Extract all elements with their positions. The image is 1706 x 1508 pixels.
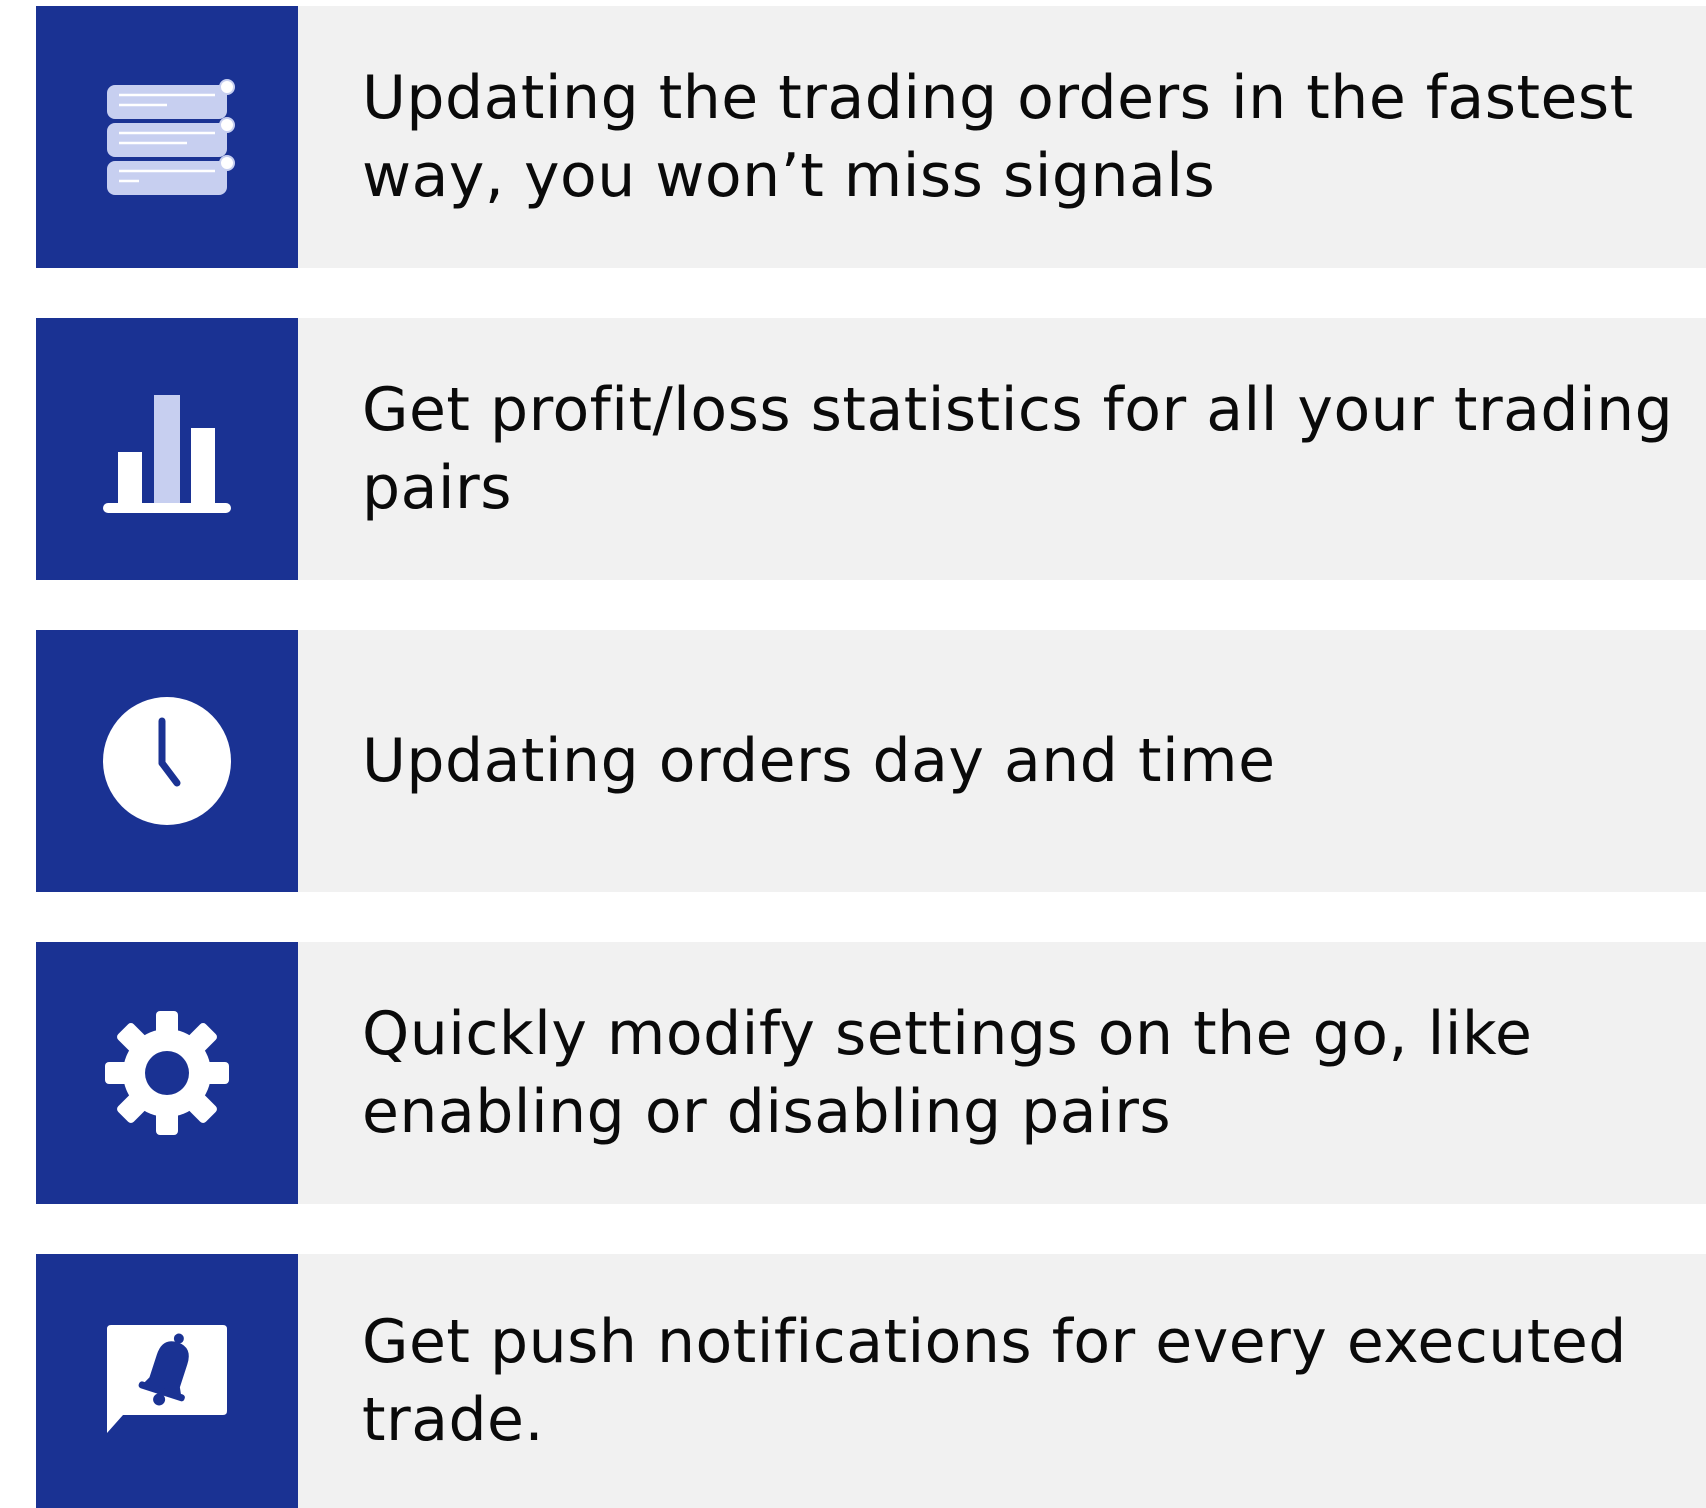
bell-notification-icon	[107, 1325, 227, 1433]
feature-item-notifications: Get push notifications for every execute…	[36, 1254, 1706, 1508]
feature-text-box: Updating orders day and time	[298, 630, 1706, 892]
feature-icon-box	[36, 1254, 298, 1508]
gear-icon	[105, 1011, 229, 1135]
feature-text-box: Get push notifications for every execute…	[298, 1254, 1706, 1508]
feature-item-day-time: Updating orders day and time	[36, 630, 1706, 892]
feature-text-box: Get profit/loss statistics for all your …	[298, 318, 1706, 580]
feature-icon-box	[36, 6, 298, 268]
feature-icon-box	[36, 630, 298, 892]
order-list-icon	[107, 79, 235, 195]
feature-text: Updating the trading orders in the faste…	[362, 63, 1634, 211]
feature-text-box: Updating the trading orders in the faste…	[298, 6, 1706, 268]
feature-item-settings: Quickly modify settings on the go, like …	[36, 942, 1706, 1204]
feature-text: Get profit/loss statistics for all your …	[362, 375, 1674, 523]
bar-chart-icon	[103, 395, 231, 513]
feature-item-statistics: Get profit/loss statistics for all your …	[36, 318, 1706, 580]
feature-icon-box	[36, 318, 298, 580]
feature-icon-box	[36, 942, 298, 1204]
clock-icon	[103, 697, 231, 825]
feature-text: Quickly modify settings on the go, like …	[362, 999, 1533, 1147]
feature-text-box: Quickly modify settings on the go, like …	[298, 942, 1706, 1204]
feature-list: Updating the trading orders in the faste…	[36, 6, 1706, 1508]
feature-text: Updating orders day and time	[362, 726, 1276, 796]
feature-text: Get push notifications for every execute…	[362, 1307, 1627, 1455]
feature-item-order-updates: Updating the trading orders in the faste…	[36, 6, 1706, 268]
